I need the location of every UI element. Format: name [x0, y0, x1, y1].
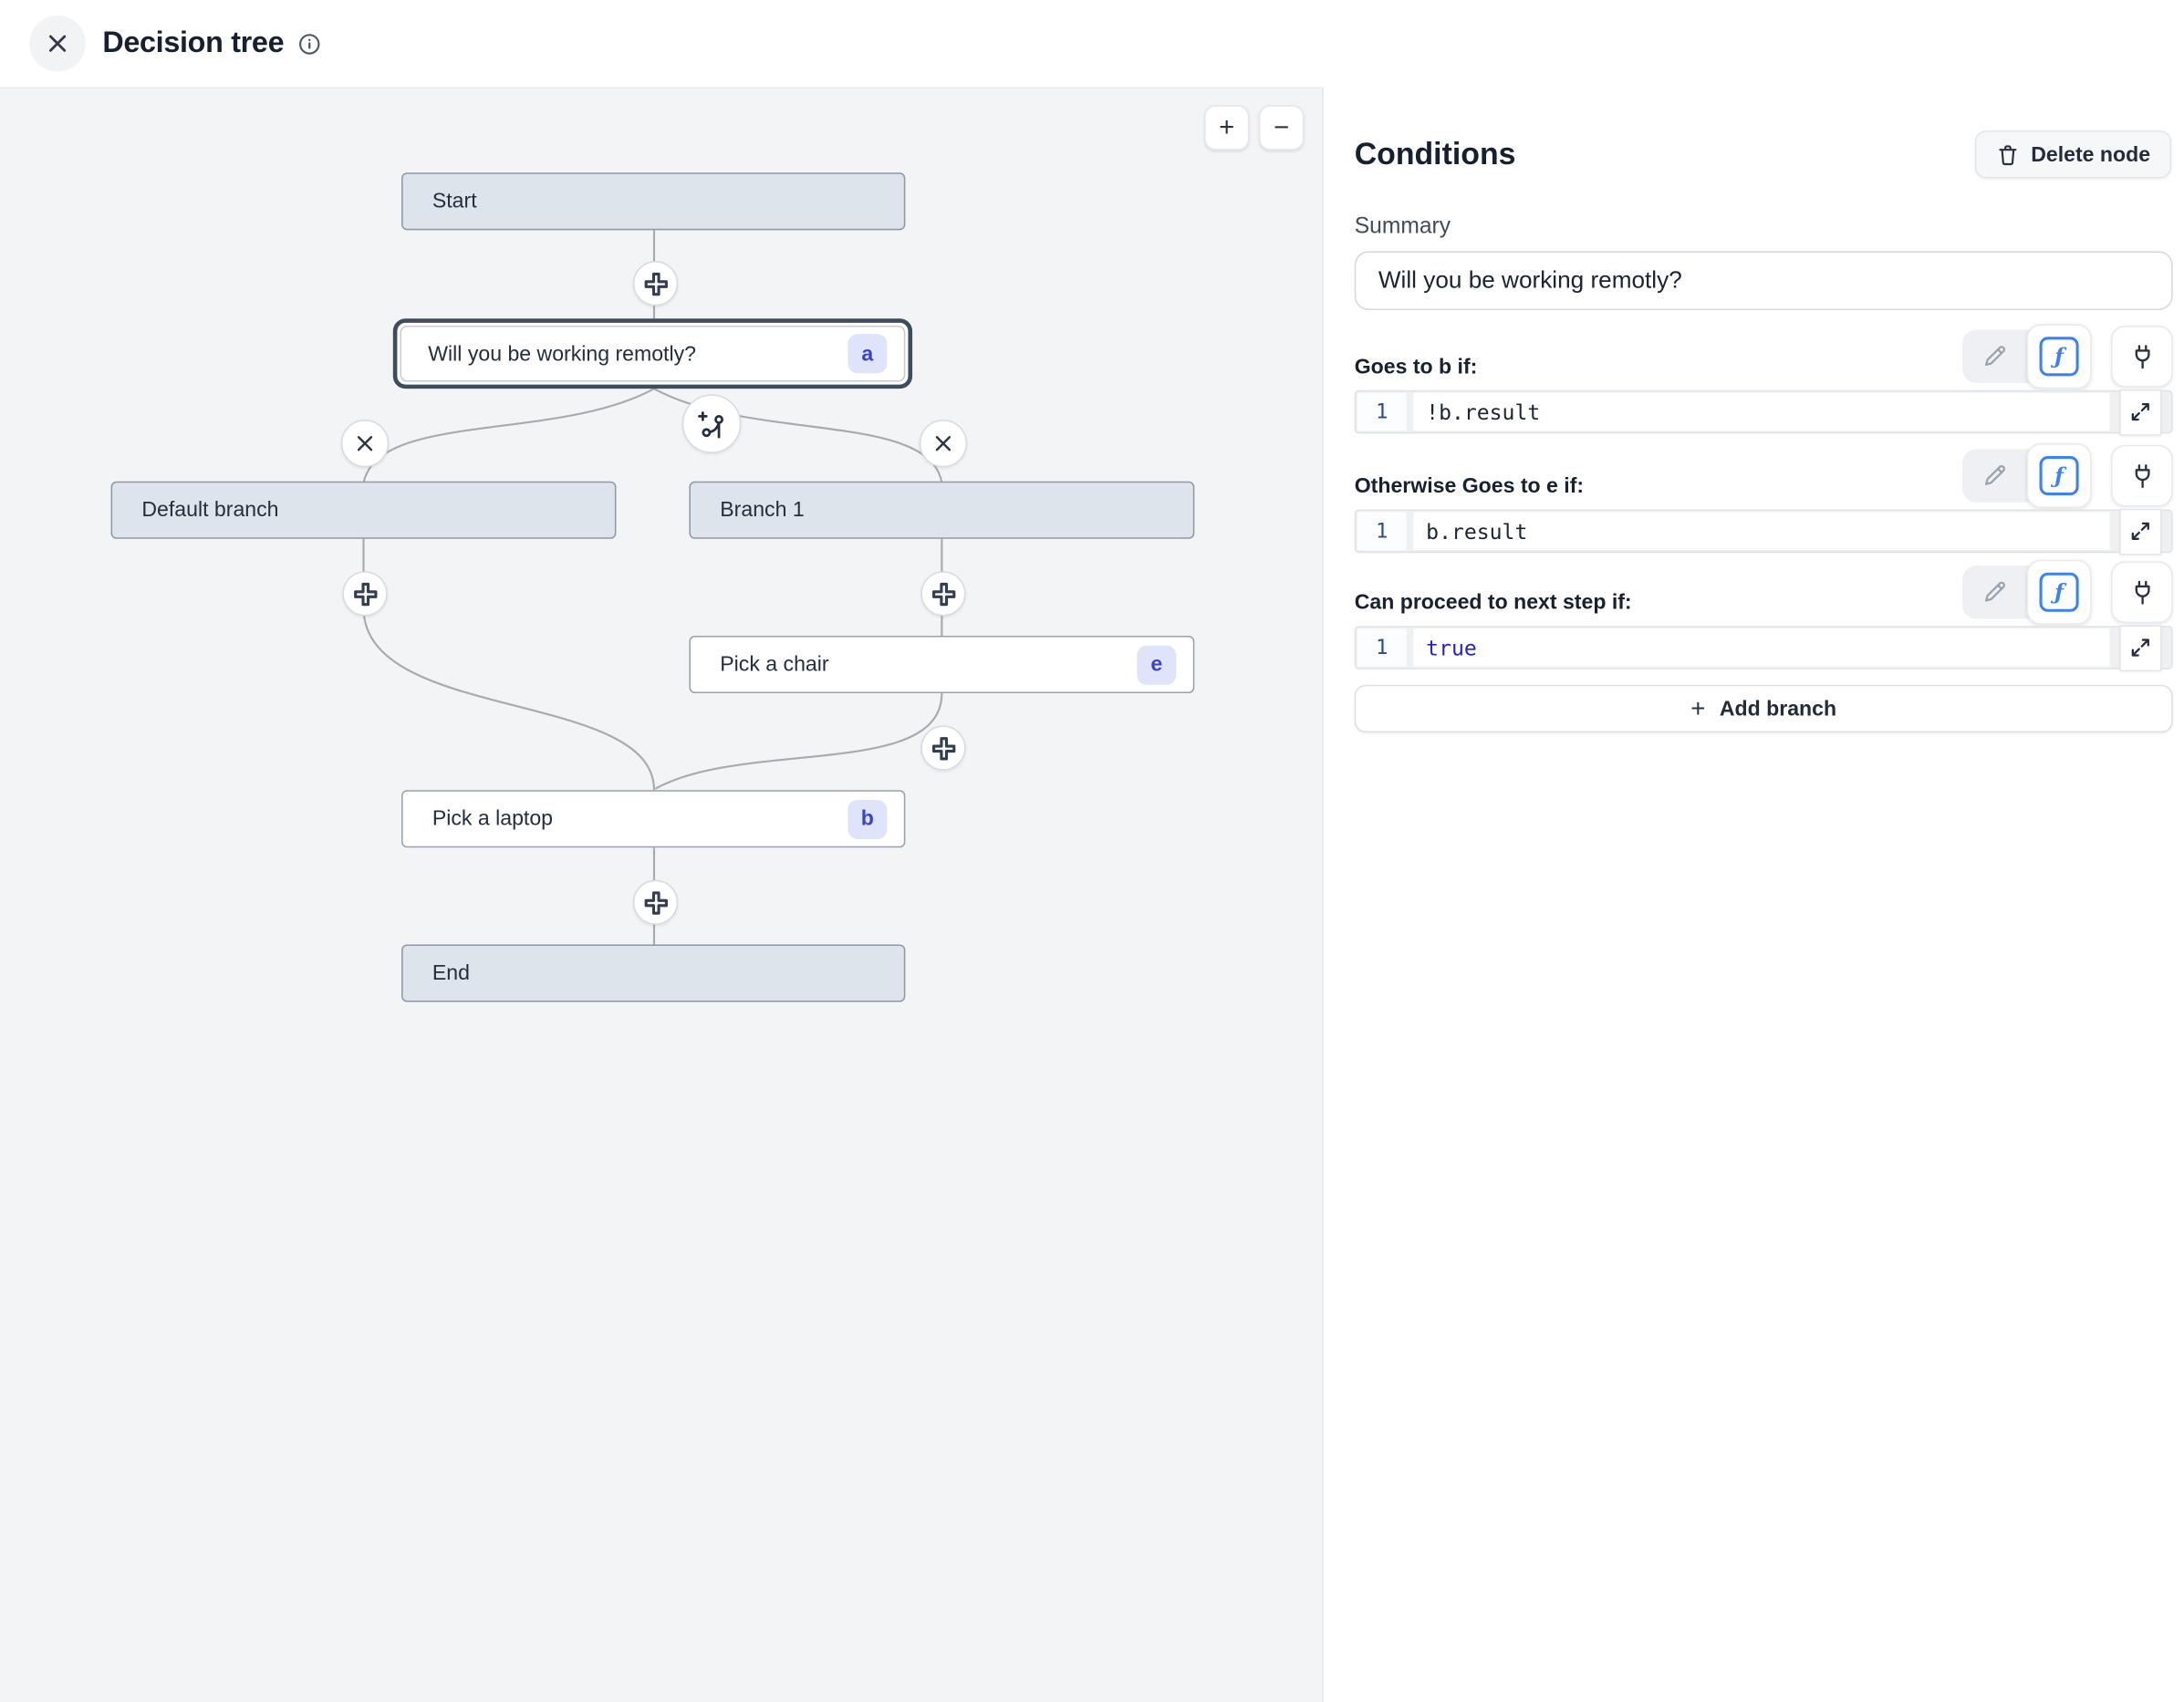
- node-label: Default branch: [141, 498, 278, 522]
- zoom-in-button[interactable]: +: [1204, 105, 1249, 150]
- plug-icon: [2126, 460, 2158, 492]
- info-icon[interactable]: [298, 32, 322, 56]
- add-node-button[interactable]: [633, 880, 678, 925]
- plug-icon: [2126, 576, 2158, 608]
- fx-icon: ƒ: [2040, 456, 2079, 495]
- add-branch-connector[interactable]: [682, 394, 742, 453]
- plus-icon: [931, 582, 955, 606]
- delete-branch-button[interactable]: [920, 420, 967, 467]
- delete-node-button[interactable]: Delete node: [1975, 130, 2171, 178]
- node-label: Will you be working remotly?: [428, 342, 696, 366]
- expand-editor-button[interactable]: [2119, 508, 2161, 555]
- app-header: Decision tree: [0, 0, 2184, 87]
- expand-editor-button[interactable]: [2119, 625, 2161, 671]
- plus-icon: [353, 582, 377, 606]
- add-node-button[interactable]: [342, 571, 387, 616]
- pencil-icon: [1979, 461, 2010, 492]
- editor-mode-toggle: ƒ: [1962, 330, 2092, 383]
- summary-label: Summary: [1355, 214, 2171, 240]
- fx-mode-button[interactable]: ƒ: [2027, 443, 2092, 508]
- node-label: Pick a laptop: [432, 807, 553, 831]
- close-button[interactable]: [29, 16, 86, 72]
- zoom-out-button[interactable]: −: [1259, 105, 1304, 150]
- node-label: End: [432, 961, 470, 985]
- fx-mode-button[interactable]: ƒ: [2027, 560, 2092, 625]
- code-editor-goes-to-b[interactable]: 1 !b.result: [1355, 390, 2173, 434]
- code-text: b.result: [1413, 513, 2109, 551]
- text-mode-button[interactable]: [1962, 566, 2027, 618]
- add-node-button[interactable]: [633, 261, 678, 306]
- delete-node-label: Delete node: [2031, 142, 2150, 166]
- line-number: 1: [1357, 628, 1407, 667]
- code-text: true: [1413, 628, 2109, 667]
- plug-button[interactable]: [2111, 326, 2173, 388]
- plug-button[interactable]: [2111, 561, 2173, 623]
- node-label: Start: [432, 190, 477, 213]
- condition-label: Otherwise Goes to e if:: [1355, 474, 1584, 498]
- node-end[interactable]: End: [401, 944, 905, 1001]
- node-pick-chair[interactable]: Pick a chair e: [689, 636, 1194, 693]
- plus-icon: [643, 272, 667, 296]
- fx-mode-button[interactable]: ƒ: [2027, 324, 2092, 389]
- x-icon: [355, 433, 375, 453]
- branch-plus-icon: [695, 408, 727, 440]
- node-badge: e: [1137, 645, 1176, 684]
- node-question-selected[interactable]: Will you be working remotly? a: [393, 318, 912, 389]
- conditions-panel: Conditions Delete node Summary Goes to b…: [1322, 87, 2184, 1702]
- text-mode-button[interactable]: [1962, 330, 2027, 383]
- condition-section-goes-to-b: Goes to b if: ƒ: [1355, 323, 2173, 434]
- condition-label: Goes to b if:: [1355, 355, 1478, 379]
- node-label: Pick a chair: [720, 652, 828, 676]
- pencil-icon: [1979, 576, 2010, 607]
- node-label: Branch 1: [720, 498, 804, 522]
- line-number: 1: [1357, 513, 1407, 551]
- panel-title: Conditions: [1355, 136, 1516, 172]
- expand-icon: [2131, 522, 2151, 542]
- add-branch-button[interactable]: + Add branch: [1355, 685, 2173, 732]
- x-icon: [933, 433, 953, 453]
- plug-button[interactable]: [2111, 445, 2173, 507]
- trash-icon: [1996, 142, 2020, 166]
- expand-icon: [2131, 638, 2151, 658]
- code-editor-proceed[interactable]: 1 true: [1355, 626, 2173, 669]
- delete-branch-button[interactable]: [341, 420, 389, 467]
- expand-editor-button[interactable]: [2119, 389, 2161, 435]
- editor-mode-toggle: ƒ: [1962, 449, 2092, 502]
- condition-label: Can proceed to next step if:: [1355, 591, 1632, 615]
- plus-icon: +: [1690, 696, 1705, 721]
- add-branch-label: Add branch: [1720, 697, 1836, 721]
- node-default-branch[interactable]: Default branch: [111, 482, 617, 539]
- expand-icon: [2131, 402, 2151, 422]
- node-pick-laptop[interactable]: Pick a laptop b: [401, 790, 905, 847]
- node-branch-1[interactable]: Branch 1: [689, 482, 1194, 539]
- zoom-out-icon: −: [1274, 114, 1289, 140]
- flow-canvas[interactable]: Start Will you be working remotly? a Def…: [0, 87, 1322, 1702]
- plus-icon: [643, 890, 667, 914]
- node-badge: b: [848, 799, 887, 838]
- text-mode-button[interactable]: [1962, 449, 2027, 502]
- decision-tree-editor: Decision tree Start Will you be working …: [0, 0, 2184, 1702]
- fx-icon: ƒ: [2040, 337, 2079, 376]
- node-badge: a: [848, 334, 887, 373]
- fx-icon: ƒ: [2040, 573, 2079, 612]
- node-start[interactable]: Start: [401, 172, 905, 230]
- add-node-button[interactable]: [920, 571, 965, 616]
- condition-section-proceed: Can proceed to next step if:: [1355, 558, 2173, 669]
- line-number: 1: [1357, 393, 1407, 431]
- summary-input[interactable]: [1355, 251, 2173, 310]
- page-title: Decision tree: [102, 26, 284, 60]
- close-icon: [47, 32, 69, 55]
- code-editor-otherwise-e[interactable]: 1 b.result: [1355, 509, 2173, 553]
- plus-icon: [931, 736, 955, 760]
- condition-section-otherwise-e: Otherwise Goes to e if: ƒ: [1355, 442, 2173, 554]
- zoom-controls: + −: [1204, 105, 1304, 150]
- editor-mode-toggle: ƒ: [1962, 566, 2092, 618]
- zoom-in-icon: +: [1219, 114, 1234, 140]
- plug-icon: [2126, 340, 2158, 372]
- pencil-icon: [1979, 341, 2010, 372]
- code-text: !b.result: [1413, 393, 2109, 431]
- add-node-button[interactable]: [920, 725, 965, 770]
